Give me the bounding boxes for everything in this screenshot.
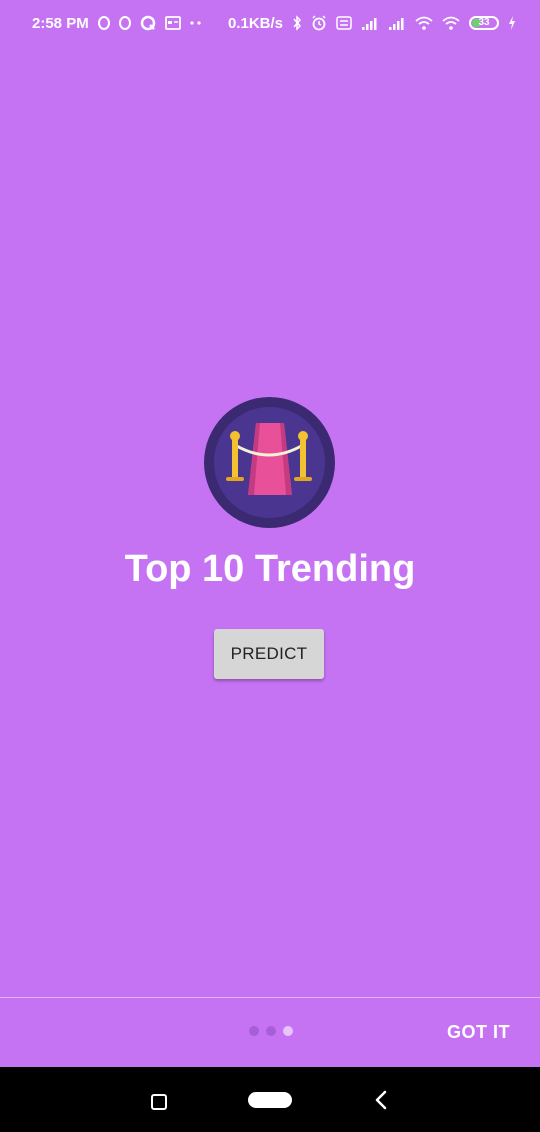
got-it-button[interactable]: GOT IT <box>447 1022 510 1043</box>
red-carpet-icon <box>204 397 335 528</box>
volte-icon <box>336 16 352 30</box>
signal-icon <box>388 16 406 30</box>
battery-level: 33 <box>478 17 490 28</box>
alarm-icon <box>311 15 327 31</box>
page-indicator-dot[interactable] <box>249 1026 259 1036</box>
opera-icon <box>97 16 110 30</box>
page-indicator-dot[interactable] <box>266 1026 276 1036</box>
page-title: Top 10 Trending <box>124 548 416 590</box>
dots-icon <box>190 20 202 26</box>
navigation-bar <box>0 1067 540 1132</box>
opera-icon <box>118 16 131 30</box>
status-bar-left: 2:58 PM <box>32 15 202 32</box>
page-indicator-dot-active[interactable] <box>283 1026 293 1036</box>
signal-icon <box>361 16 379 30</box>
wifi-icon <box>415 16 433 30</box>
status-time: 2:58 PM <box>32 14 89 32</box>
page-indicators <box>249 1026 293 1036</box>
home-icon[interactable] <box>248 1092 292 1108</box>
charging-icon <box>508 16 516 30</box>
back-icon[interactable] <box>374 1090 388 1110</box>
recents-icon[interactable] <box>151 1094 167 1110</box>
red-carpet-illustration <box>226 423 312 495</box>
status-bar-right: 0.1KB/s 33 <box>228 15 516 32</box>
status-bar: 2:58 PM 0.1KB/s 33 <box>0 0 540 46</box>
footer-divider <box>0 997 540 998</box>
wifi-icon <box>442 16 460 30</box>
battery-icon: 33 <box>469 16 499 30</box>
network-speed: 0.1KB/s <box>227 14 283 32</box>
calendar-icon <box>164 16 181 30</box>
notification-icon <box>140 15 156 31</box>
bluetooth-icon <box>292 15 302 31</box>
predict-button[interactable]: PREDICT <box>214 629 324 679</box>
